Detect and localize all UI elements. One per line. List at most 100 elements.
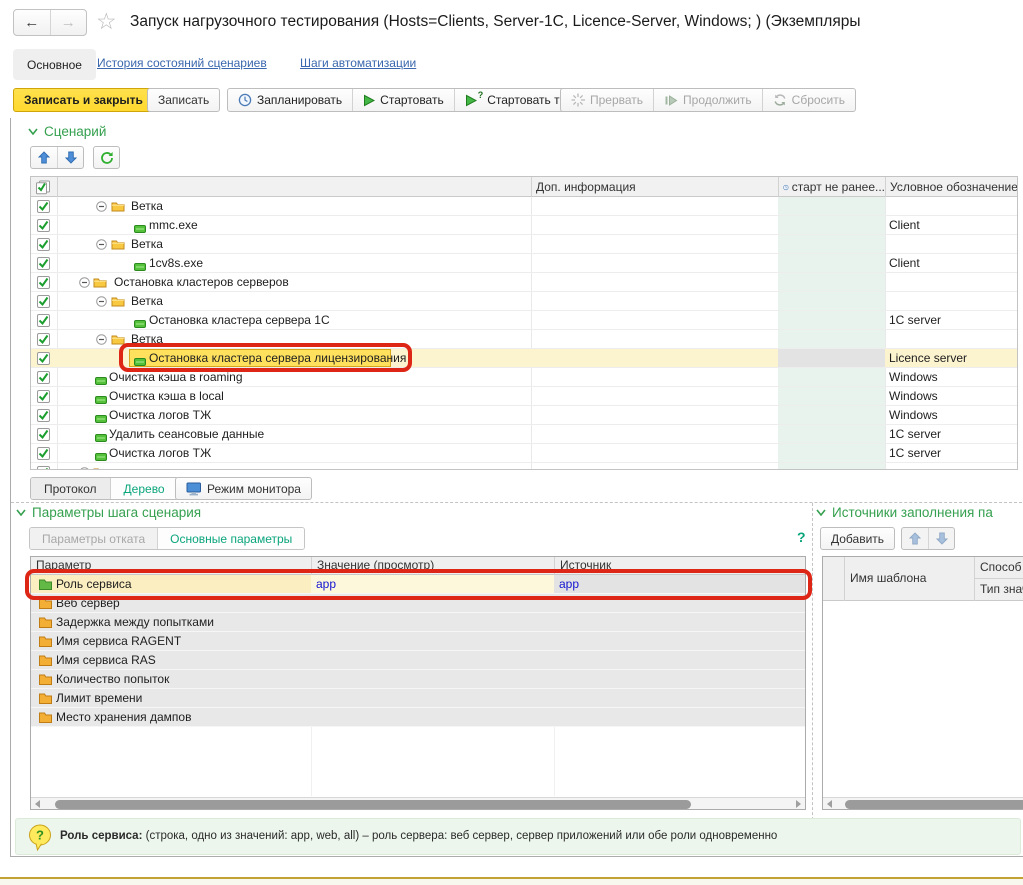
section-header-step-params[interactable]: Параметры шага сценария [16,505,201,520]
section-header-scenario[interactable]: Сценарий [28,124,106,139]
start-button[interactable]: Стартовать [352,89,454,111]
tree-row[interactable]: Очистка логов ТЖWindows [31,406,1017,425]
favorite-star-icon[interactable]: ☆ [96,8,117,35]
row-checkbox[interactable] [37,390,50,403]
params-help-link[interactable]: ? [797,529,806,545]
tree-row[interactable]: Очистка логов ТЖ1C server [31,444,1017,463]
forward-button[interactable]: → [50,10,87,35]
row-checkbox[interactable] [37,447,50,460]
param-row[interactable]: Веб сервер [31,594,805,613]
horizontal-separator[interactable] [11,502,1022,503]
column-header-checkall[interactable] [31,177,57,197]
params-subtabs: Параметры отката Основные параметры [29,527,305,550]
column-header-start-not-earlier[interactable]: старт не ранее... [778,177,885,197]
tree-row[interactable]: Ветка [31,292,1017,311]
resume-button[interactable]: Продолжить [653,89,762,111]
save-close-button[interactable]: Записать и закрыть [13,88,154,112]
view-tab-protocol[interactable]: Протокол [31,478,110,499]
tree-row[interactable]: Очистка кэша в localWindows [31,387,1017,406]
add-button[interactable]: Добавить [820,527,895,550]
tab-main[interactable]: Основное [13,49,96,80]
move-up-button[interactable] [31,147,57,168]
param-row[interactable]: Лимит времени [31,689,805,708]
collapse-icon[interactable] [96,334,107,345]
scrollbar-thumb[interactable] [55,800,691,809]
param-row[interactable]: Место хранения дампов [31,708,805,727]
reset-button[interactable]: Сбросить [762,89,855,111]
scroll-right-arrow[interactable] [796,800,801,808]
tree-row[interactable]: Удалить сеансовые данные1C server [31,425,1017,444]
tree-row[interactable]: Ветка [31,330,1017,349]
tree-row[interactable]: Ветка [31,197,1017,216]
tree-expander[interactable] [79,277,90,291]
row-checkbox[interactable] [37,200,50,213]
collapse-icon[interactable] [79,467,90,470]
scrollbar-thumb[interactable] [845,800,1023,809]
column-header-value[interactable]: Значение (просмотр) [311,557,554,575]
tree-row[interactable]: Остановка кластера сервера лицензировани… [31,349,1017,368]
view-tab-tree[interactable]: Дерево [110,478,178,499]
refresh-button[interactable] [93,146,120,169]
row-checkbox[interactable] [37,238,50,251]
collapse-icon[interactable] [96,201,107,212]
row-checkbox[interactable] [37,409,50,422]
vertical-separator[interactable] [812,503,813,855]
row-checkbox[interactable] [37,333,50,346]
schedule-button[interactable]: Запланировать [228,89,352,111]
monitor-mode-button[interactable]: Режим монитора [175,477,312,500]
column-header-designation[interactable]: Условное обозначение ед [885,177,1018,197]
tree-row[interactable]: Ветка [31,235,1017,254]
tab-link-automation[interactable]: Шаги автоматизации [300,56,416,70]
row-checkbox[interactable] [37,466,50,470]
row-checkbox[interactable] [37,428,50,441]
fill-sources-hscrollbar[interactable] [823,797,1023,809]
tab-link-history[interactable]: История состояний сценариев [97,56,267,70]
param-row[interactable]: Имя сервиса RAS [31,651,805,670]
save-button[interactable]: Записать [147,88,220,112]
collapse-icon[interactable] [79,277,90,288]
interrupt-button[interactable]: Прервать [561,89,653,111]
section-header-fill-sources[interactable]: Источники заполнения па [816,505,1022,520]
column-header-value-type[interactable]: Тип значен [975,579,1023,601]
tree-row[interactable]: 1cv8s.exeClient [31,254,1017,273]
row-checkbox[interactable] [37,295,50,308]
tree-row[interactable]: Остановка кластера сервера 1С1C server [31,311,1017,330]
column-header-fill-method[interactable]: Способ за [975,557,1023,579]
column-header-template-name[interactable]: Имя шаблона [845,557,975,601]
tree-row[interactable]: Очистка кэша в roamingWindows [31,368,1017,387]
tree-row[interactable] [31,463,1017,470]
check-icon [38,315,49,326]
subtab-rollback-params[interactable]: Параметры отката [30,528,157,549]
row-checkbox[interactable] [37,371,50,384]
param-row[interactable]: Имя сервиса RAGENT [31,632,805,651]
tree-row[interactable]: mmc.exeClient [31,216,1017,235]
move-up-button-disabled[interactable] [902,528,928,549]
row-checkbox[interactable] [37,276,50,289]
collapse-icon[interactable] [96,296,107,307]
column-header-extra[interactable]: Доп. информация [531,177,778,197]
row-checkbox[interactable] [37,352,50,365]
tree-expander[interactable] [96,201,107,215]
param-row[interactable]: Роль сервисаappapp [31,575,805,594]
param-row[interactable]: Задержка между попытками [31,613,805,632]
tree-expander[interactable] [96,296,107,310]
row-checkbox[interactable] [37,219,50,232]
param-row[interactable]: Количество попыток [31,670,805,689]
tree-expander[interactable] [96,334,107,348]
column-header-tree[interactable] [57,177,531,197]
row-checkbox[interactable] [37,257,50,270]
column-header-source[interactable]: Источник [554,557,807,575]
back-button[interactable]: ← [14,10,50,35]
tree-expander[interactable] [79,467,90,470]
tree-expander[interactable] [96,239,107,253]
scroll-left-arrow[interactable] [35,800,40,808]
collapse-icon[interactable] [96,239,107,250]
row-checkbox[interactable] [37,314,50,327]
subtab-main-params[interactable]: Основные параметры [157,528,304,549]
scroll-left-arrow[interactable] [827,800,832,808]
param-table-hscrollbar[interactable] [31,797,805,809]
move-down-button[interactable] [57,147,83,168]
move-down-button-disabled[interactable] [928,528,954,549]
column-header-param[interactable]: Параметр [31,557,311,575]
tree-row[interactable]: Остановка кластеров серверов [31,273,1017,292]
